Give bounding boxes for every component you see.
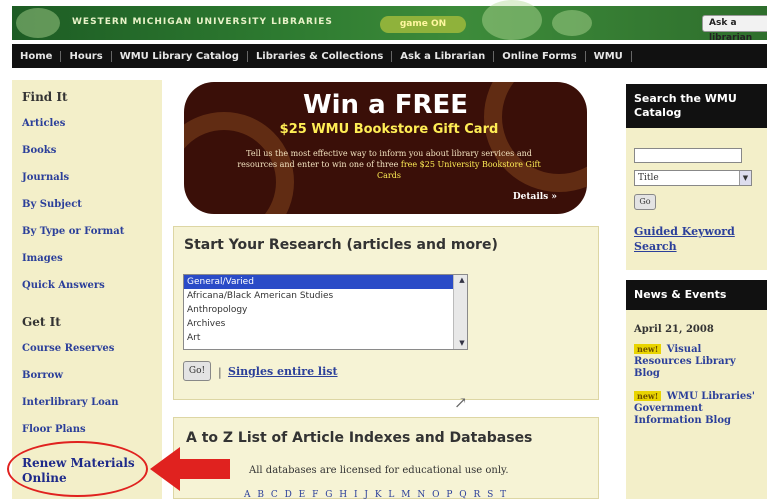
nav-catalog[interactable]: WMU Library Catalog (112, 50, 248, 62)
chevron-down-icon[interactable]: ▼ (739, 171, 751, 185)
news-item[interactable]: new! Visual Resources Library Blog (634, 343, 761, 380)
atoz-panel: A to Z List of Article Indexes and Datab… (173, 417, 599, 499)
ask-librarian-button[interactable]: Ask a librarian (702, 15, 767, 43)
research-go-button[interactable]: Go! (183, 361, 211, 381)
mouse-cursor-icon: ↗ (454, 393, 468, 412)
sidebar-link-by-type[interactable]: By Type or Format (22, 218, 162, 245)
red-arrow-icon (150, 447, 230, 491)
subject-listbox[interactable]: General/Varied Africana/Black American S… (183, 274, 468, 350)
game-on-badge[interactable]: game ON (380, 16, 466, 33)
news-item[interactable]: new! WMU Libraries' Government Informati… (634, 390, 761, 427)
sidebar-link-articles[interactable]: Articles (22, 110, 162, 137)
atoz-note: All databases are licensed for education… (249, 465, 509, 476)
banner-card-text: $25 WMU Bookstore Gift Card (279, 122, 499, 137)
scroll-up-icon[interactable]: ▲ (456, 276, 465, 285)
sidebar-link-quick-answers[interactable]: Quick Answers (22, 272, 162, 299)
nav-wmu[interactable]: WMU (586, 50, 632, 62)
atoz-letters[interactable]: A B C D E F G H I J K L M N O P Q R S T (244, 490, 508, 499)
catalog-search-type-select[interactable]: Title ▼ (634, 170, 752, 186)
banner-details-link[interactable]: Details » (513, 192, 557, 202)
catalog-heading: Search the WMU Catalog (626, 84, 767, 128)
nav-hours[interactable]: Hours (61, 50, 112, 62)
guided-keyword-search-link[interactable]: Guided Keyword Search (634, 224, 762, 254)
list-option[interactable]: General/Varied (184, 275, 467, 289)
get-it-heading: Get It (22, 315, 61, 329)
site-title[interactable]: WESTERN MICHIGAN UNIVERSITY LIBRARIES (72, 17, 333, 27)
separator: | (218, 366, 222, 379)
news-date: April 21, 2008 (634, 324, 714, 335)
promo-banner[interactable]: Win a FREE $25 WMU Bookstore Gift Card T… (184, 82, 587, 214)
display-list-link[interactable]: Singles entire list (228, 365, 338, 378)
catalog-search-box: Search the WMU Catalog Title ▼ Go Guided… (626, 84, 767, 270)
catalog-search-input[interactable] (634, 148, 742, 163)
list-option[interactable]: Archives (184, 317, 467, 331)
listbox-scrollbar[interactable]: ▲ ▼ (453, 275, 467, 349)
leaf-decoration-icon (552, 10, 592, 36)
new-badge: new! (634, 391, 662, 401)
catalog-go-button[interactable]: Go (634, 194, 656, 210)
leaf-decoration-icon (16, 8, 60, 38)
sidebar-link-images[interactable]: Images (22, 245, 162, 272)
nav-ask[interactable]: Ask a Librarian (392, 50, 495, 62)
scroll-down-icon[interactable]: ▼ (456, 339, 465, 348)
renew-materials-link[interactable]: Renew Materials Online (22, 456, 147, 486)
banner-body: Tell us the most effective way to inform… (237, 149, 541, 180)
sidebar-link-books[interactable]: Books (22, 137, 162, 164)
research-heading: Start Your Research (articles and more) (184, 237, 498, 253)
sidebar-link-borrow[interactable]: Borrow (22, 362, 162, 389)
sidebar-link-interlibrary-loan[interactable]: Interlibrary Loan (22, 389, 162, 416)
left-sidebar: Find It Articles Books Journals By Subje… (12, 80, 162, 499)
research-panel: Start Your Research (articles and more) … (173, 226, 599, 400)
sidebar-link-floor-plans[interactable]: Floor Plans (22, 416, 162, 443)
nav-forms[interactable]: Online Forms (494, 50, 586, 62)
list-option[interactable]: Art (184, 331, 467, 345)
leaf-decoration-icon (482, 0, 542, 40)
list-option[interactable]: Africana/Black American Studies (184, 289, 467, 303)
new-badge: new! (634, 344, 662, 354)
main-nav: Home Hours WMU Library Catalog Libraries… (12, 44, 767, 68)
site-header: WESTERN MICHIGAN UNIVERSITY LIBRARIES ga… (12, 0, 767, 43)
sidebar-link-course-reserves[interactable]: Course Reserves (22, 335, 162, 362)
sidebar-link-journals[interactable]: Journals (22, 164, 162, 191)
list-option[interactable]: Anthropology (184, 303, 467, 317)
nav-libraries[interactable]: Libraries & Collections (248, 50, 393, 62)
banner-headline: Win a FREE (302, 90, 469, 120)
atoz-heading: A to Z List of Article Indexes and Datab… (186, 430, 533, 446)
news-box: News & Events April 21, 2008 new! Visual… (626, 280, 767, 499)
sidebar-link-by-subject[interactable]: By Subject (22, 191, 162, 218)
find-it-heading: Find It (22, 90, 68, 104)
nav-home[interactable]: Home (12, 50, 62, 62)
news-heading: News & Events (626, 280, 767, 310)
